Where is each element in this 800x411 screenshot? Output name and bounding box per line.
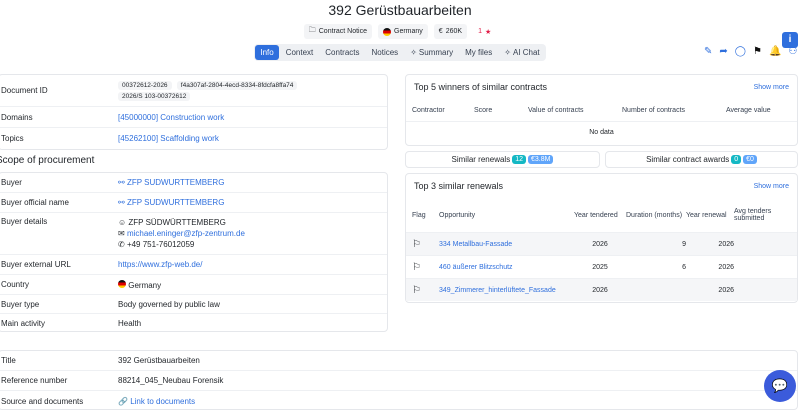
doc-ojs-pill[interactable]: 2026/S 103-00372612 [118,91,191,101]
comment-icon[interactable]: ◯ [735,46,746,57]
sparkle-icon: ✧ [504,48,511,57]
similar-renewals-button[interactable]: Similar renewals 12 €3.8M [405,151,600,168]
mail-icon: ✉ [118,229,125,238]
buyer-row: Buyer ⚯ ZFP SUDWURTTEMBERG [0,173,387,193]
buyer-official-link[interactable]: ⚯ ZFP SUDWURTTEMBERG [118,198,385,207]
reference-row: Reference number 88214_045_Neubau Forens… [0,371,797,391]
procurement-card: Buyer ⚯ ZFP SUDWURTTEMBERG Buyer officia… [0,172,388,332]
tab-info[interactable]: Info [255,45,279,60]
doc-id-pill[interactable]: 00372612-2026 [118,80,172,90]
buyer-url-link[interactable]: https://www.zfp-web.de/ [118,260,385,269]
buyer-details-row: Buyer details ☺ ZFP SÜDWÜRTTEMBERG ✉ mic… [0,213,387,255]
document-card: Document ID 00372612-2026 f4a307af-2804-… [0,74,388,150]
buyer-email-link[interactable]: michael.eninger@zfp-zentrum.de [127,229,245,238]
buyer-official-row: Buyer official name ⚯ ZFP SUDWURTTEMBERG [0,193,387,213]
germany-flag-icon [383,27,391,36]
main-activity-row: Main activity Health [1,318,142,328]
bell-icon[interactable]: 🔔 [769,46,781,57]
winners-empty: No data [406,121,797,145]
winners-show-more[interactable]: Show more [754,84,789,91]
buyer-link[interactable]: ⚯ ZFP SUDWURTTEMBERG [118,178,385,187]
domain-link[interactable]: [45000000] Construction work [118,113,385,122]
renewals-card: Top 3 similar renewals Show more Flag Op… [405,173,798,303]
org-icon: ⚯ [118,198,125,207]
flag-outline-icon[interactable]: ⚐ [412,285,439,296]
star-icon: ★ [484,28,492,36]
flag-outline-icon[interactable]: ⚐ [412,262,439,273]
document-id-row: Document ID 00372612-2026 f4a307af-2804-… [0,75,387,107]
germany-flag-icon [118,279,126,288]
phone-icon: ✆ [118,240,125,249]
doc-uuid-pill[interactable]: f4a307af-2804-4ecd-8334-8fdcfa8ffa74 [176,80,298,90]
country-chip: Germany [378,24,428,39]
tab-notices[interactable]: Notices [367,45,404,60]
domains-row: Domains [45000000] Construction work [0,107,387,128]
renewals-show-more[interactable]: Show more [754,183,789,190]
page-title: 392 Gerüstbauarbeiten [328,2,472,18]
tab-context[interactable]: Context [281,45,319,60]
action-icons: ✎ ➦ ◯ ⚑ 🔔 ⚇ [704,46,797,57]
renewals-table-header: Flag Opportunity Year tendered Duration … [412,208,772,222]
header-chips: 🗀 Contract Notice Germany € 260K 1 ★ [0,24,800,39]
winners-card: Top 5 winners of similar contracts Show … [405,74,798,146]
value-chip: € 260K [433,24,468,39]
flag-outline-icon[interactable]: ⚐ [412,239,439,250]
tab-contracts[interactable]: Contracts [320,45,364,60]
org-icon: ⚯ [118,178,125,187]
chat-icon: 💬 [771,378,789,393]
title-row: Title 392 Gerüstbauarbeiten [0,351,797,371]
similar-awards-button[interactable]: Similar contract awards 0 €0 [605,151,798,168]
winners-heading: Top 5 winners of similar contracts [414,82,548,92]
doc-type-chip: 🗀 Contract Notice [303,24,372,39]
tab-my-files[interactable]: My files [460,45,497,60]
chat-button[interactable]: 💬 [764,370,796,402]
flag-icon[interactable]: ⚑ [753,46,762,57]
tab-ai-chat[interactable]: ✧ AI Chat [499,45,544,60]
country-row: Country Germany [0,275,387,295]
renewal-opportunity-link[interactable]: 349_Zimmerer_hinterlüftete_Fassade [439,287,574,294]
table-row[interactable]: ⚐ 334 Metallbau-Fassade 2026 9 2026 [406,232,797,255]
documents-link[interactable]: 🔗 Link to documents [118,397,795,406]
table-row[interactable]: ⚐ 460 äußerer Blitzschutz 2025 6 2026 [406,255,797,278]
user-add-icon[interactable]: ⚇ [788,46,797,57]
winners-table-header: Contractor Score Value of contracts Numb… [412,106,771,114]
buyer-url-row: Buyer external URL https://www.zfp-web.d… [0,255,387,275]
folder-icon: 🗀 [308,27,316,34]
tab-bar: Info Context Contracts Notices ✧ Summary … [0,44,800,61]
renewal-opportunity-link[interactable]: 334 Metallbau-Fassade [439,241,574,248]
table-row[interactable]: ⚐ 349_Zimmerer_hinterlüftete_Fassade 202… [406,278,797,301]
edit-icon[interactable]: ✎ [704,46,712,57]
tab-summary[interactable]: ✧ Summary [405,45,458,60]
buyer-type-row: Buyer type Body governed by public law [0,295,387,314]
euro-icon: € [438,28,443,35]
topics-row: Topics [45262100] Scaffolding work [0,128,387,149]
details-card: Title 392 Gerüstbauarbeiten Reference nu… [0,350,798,410]
link-icon: 🔗 [118,396,128,406]
source-row: Source and documents 🔗 Link to documents [0,391,797,411]
topic-link[interactable]: [45262100] Scaffolding work [118,134,385,143]
rating-chip[interactable]: 1 ★ [473,24,496,39]
renewal-opportunity-link[interactable]: 460 äußerer Blitzschutz [439,264,574,271]
sparkle-icon: ✧ [410,48,417,57]
renewals-heading: Top 3 similar renewals [414,181,504,191]
user-icon: ☺ [118,218,127,227]
scope-heading: Scope of procurement [0,155,95,166]
share-icon[interactable]: ➦ [719,46,727,57]
